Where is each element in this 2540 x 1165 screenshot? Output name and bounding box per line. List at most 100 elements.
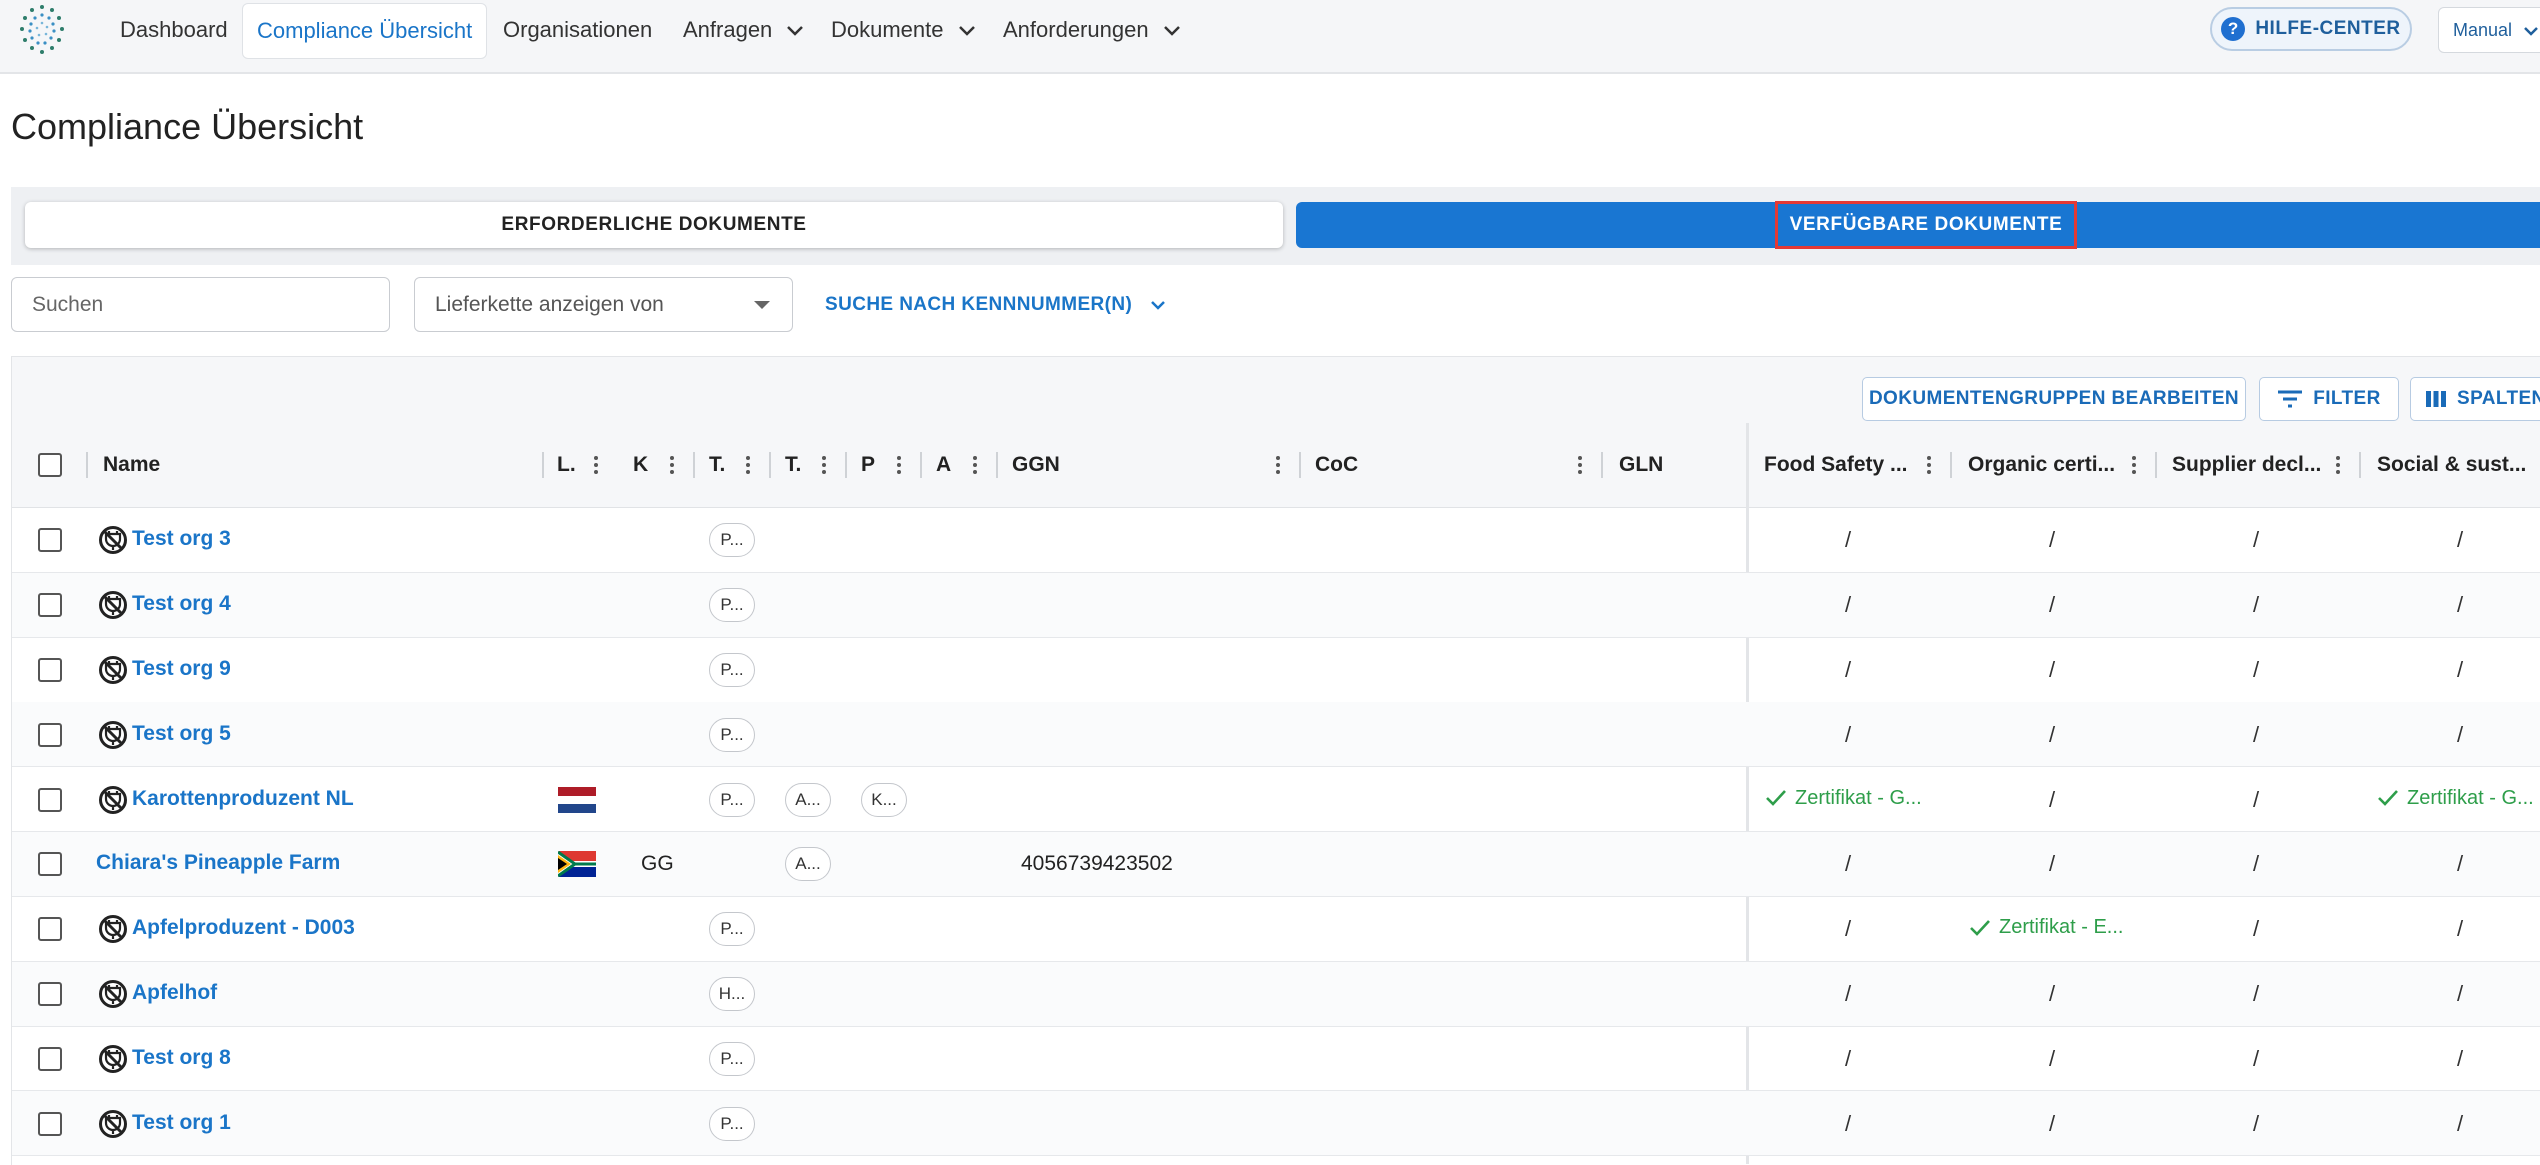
organisation-name-link[interactable]: Apfelproduzent - D003 bbox=[132, 916, 355, 940]
table-row bbox=[12, 1091, 2540, 1157]
organisation-name-link[interactable]: Test org 9 bbox=[132, 657, 231, 681]
column-header-l[interactable]: L. bbox=[557, 423, 577, 507]
organisation-name-link[interactable]: Test org 4 bbox=[132, 592, 231, 616]
tag-chip[interactable]: P... bbox=[709, 782, 755, 817]
tag-chip[interactable]: A... bbox=[785, 782, 831, 817]
search-by-id-button[interactable]: SUCHE NACH KENNNUMMER(N) bbox=[825, 285, 1166, 325]
column-header-ggn[interactable]: GGN bbox=[1012, 423, 1212, 507]
search-input[interactable] bbox=[11, 277, 390, 332]
tag-chip[interactable]: P... bbox=[709, 912, 755, 947]
tag-chip[interactable]: K... bbox=[861, 782, 907, 817]
column-header-coc[interactable]: CoC bbox=[1315, 423, 1515, 507]
supply-chain-select[interactable]: Lieferkette anzeigen von bbox=[414, 277, 793, 332]
nav-compliance-overview[interactable]: Compliance Übersicht bbox=[242, 3, 488, 59]
document-status-certificate[interactable]: Zertifikat - E... bbox=[1969, 916, 2123, 939]
row-checkbox[interactable] bbox=[38, 787, 62, 812]
organisation-name-link[interactable]: Chiara's Pineapple Farm bbox=[96, 851, 340, 875]
nav-dashboard[interactable]: Dashboard bbox=[120, 0, 228, 60]
tag-chip[interactable]: P... bbox=[709, 717, 755, 752]
organisation-name-link[interactable]: Apfelhof bbox=[132, 981, 217, 1005]
document-status-missing: / bbox=[2457, 916, 2464, 942]
no-connection-icon bbox=[98, 979, 128, 1009]
column-menu-icon[interactable] bbox=[737, 423, 759, 507]
certificate-label: Zertifikat - G... bbox=[2407, 786, 2534, 809]
column-menu-icon[interactable] bbox=[964, 423, 986, 507]
organisation-name-link[interactable]: Test org 3 bbox=[132, 527, 231, 551]
tab-available-documents-label: VERFÜGBARE DOKUMENTE bbox=[1774, 201, 2078, 249]
document-status-missing: / bbox=[2049, 721, 2056, 747]
document-status-missing: / bbox=[2253, 981, 2260, 1006]
column-header-food-safety[interactable]: Food Safety ... bbox=[1764, 423, 1916, 507]
country-flag-nl bbox=[558, 786, 596, 813]
column-menu-icon[interactable] bbox=[1918, 423, 1940, 507]
document-status-missing: / bbox=[1845, 1110, 1852, 1136]
tag-chip[interactable]: P... bbox=[709, 588, 755, 623]
filter-button[interactable]: FILTER bbox=[2259, 377, 2399, 421]
tag-chip[interactable]: P... bbox=[709, 1041, 755, 1076]
row-checkbox[interactable] bbox=[38, 658, 62, 682]
column-separator bbox=[86, 452, 88, 478]
tab-available-documents[interactable]: VERFÜGBARE DOKUMENTE bbox=[1296, 201, 2540, 249]
row-checkbox[interactable] bbox=[38, 528, 62, 553]
document-status-missing: / bbox=[2049, 592, 2056, 618]
document-status-missing: / bbox=[1845, 592, 1852, 618]
column-menu-icon[interactable] bbox=[1267, 423, 1289, 507]
mode-select-value: Manual bbox=[2453, 20, 2513, 40]
document-status-missing: / bbox=[2457, 657, 2464, 682]
column-menu-icon[interactable] bbox=[661, 423, 683, 507]
column-header-k[interactable]: K bbox=[633, 423, 653, 507]
select-all-checkbox[interactable] bbox=[38, 453, 62, 477]
document-status-certificate[interactable]: Zertifikat - G... bbox=[2377, 787, 2534, 810]
app-logo[interactable] bbox=[18, 2, 66, 58]
row-checkbox[interactable] bbox=[38, 982, 62, 1006]
mode-select[interactable]: Manual bbox=[2438, 7, 2540, 53]
document-status-certificate[interactable]: Zertifikat - G... bbox=[1765, 787, 1922, 810]
column-menu-icon[interactable] bbox=[888, 423, 910, 507]
nav-requests[interactable]: Anfragen bbox=[683, 0, 804, 60]
row-checkbox[interactable] bbox=[38, 1046, 62, 1071]
column-menu-icon[interactable] bbox=[1569, 423, 1591, 507]
filter-icon bbox=[2278, 390, 2303, 408]
row-checkbox[interactable] bbox=[38, 1111, 62, 1136]
tab-required-documents[interactable]: ERFORDERLICHE DOKUMENTE bbox=[25, 202, 1283, 248]
row-checkbox[interactable] bbox=[38, 593, 62, 618]
column-header-gln[interactable]: GLN bbox=[1619, 423, 1739, 507]
nav-organisations[interactable]: Organisationen bbox=[503, 0, 652, 60]
edit-document-groups-button[interactable]: DOKUMENTENGRUPPEN BEARBEITEN bbox=[1862, 377, 2246, 421]
no-connection-icon bbox=[98, 914, 128, 944]
document-status-missing: / bbox=[2253, 851, 2260, 877]
column-header-a[interactable]: A bbox=[936, 423, 954, 507]
organisation-name-link[interactable]: Test org 5 bbox=[132, 722, 231, 746]
tag-chip[interactable]: P... bbox=[709, 653, 755, 687]
organisation-name-link[interactable]: Test org 8 bbox=[132, 1046, 231, 1070]
document-status-missing: / bbox=[2049, 1110, 2056, 1136]
tag-chip[interactable]: P... bbox=[709, 1106, 755, 1141]
column-menu-icon[interactable] bbox=[2123, 423, 2145, 507]
column-menu-icon[interactable] bbox=[2327, 423, 2349, 507]
row-checkbox[interactable] bbox=[38, 722, 62, 747]
row-checkbox[interactable] bbox=[38, 917, 62, 942]
help-center-button[interactable]: ? HILFE-CENTER bbox=[2210, 7, 2412, 51]
column-header-supplier-declaration[interactable]: Supplier decl... bbox=[2172, 423, 2324, 507]
column-menu-icon[interactable] bbox=[585, 423, 607, 507]
columns-button[interactable]: SPALTEN bbox=[2410, 377, 2540, 421]
column-header-social-sustainability[interactable]: Social & sust... bbox=[2377, 423, 2527, 507]
tag-chip[interactable]: P... bbox=[709, 523, 755, 558]
tag-chip[interactable]: A... bbox=[785, 847, 831, 882]
column-header-organic-certificate[interactable]: Organic certi... bbox=[1968, 423, 2120, 507]
column-menu-icon[interactable] bbox=[813, 423, 835, 507]
nav-documents[interactable]: Dokumente bbox=[831, 0, 976, 60]
document-status-missing: / bbox=[2457, 592, 2464, 618]
organisation-name-link[interactable]: Karottenproduzent NL bbox=[132, 787, 354, 811]
tag-chip[interactable]: H... bbox=[709, 977, 755, 1011]
column-header-name[interactable]: Name bbox=[103, 423, 523, 507]
organisation-name-link[interactable]: Test org 1 bbox=[132, 1111, 231, 1135]
chevron-down-icon bbox=[1151, 301, 1165, 310]
nav-requirements[interactable]: Anforderungen bbox=[1003, 0, 1181, 60]
column-header-t2[interactable]: T. bbox=[785, 423, 803, 507]
column-header-t1[interactable]: T. bbox=[709, 423, 727, 507]
check-icon bbox=[1970, 920, 1990, 936]
column-header-p[interactable]: P bbox=[861, 423, 879, 507]
document-status-missing: / bbox=[2049, 657, 2056, 682]
row-checkbox[interactable] bbox=[38, 852, 62, 877]
